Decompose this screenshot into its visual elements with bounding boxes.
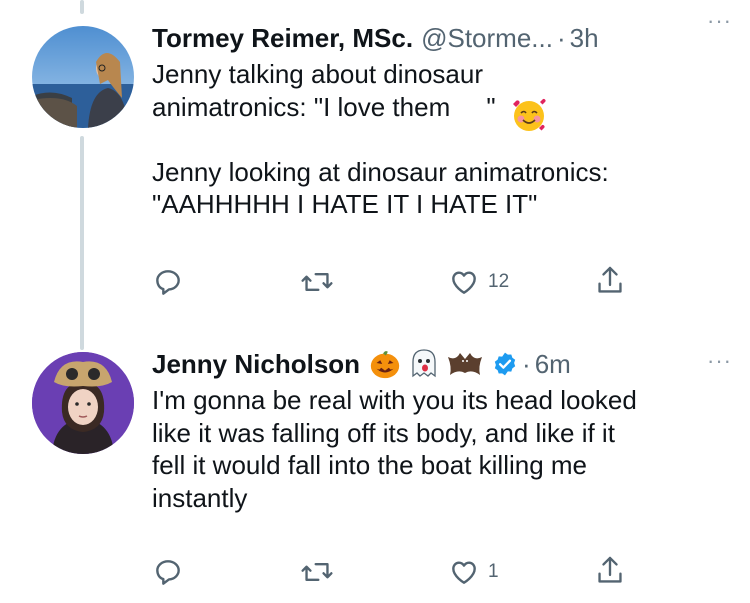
separator-dot: ·: [556, 22, 566, 53]
author-handle[interactable]: @Storme...: [421, 23, 553, 54]
tweet-header: Jenny Nicholson · 6m: [152, 346, 730, 382]
retweet-button[interactable]: [300, 266, 342, 298]
author-name[interactable]: Tormey Reimer, MSc.: [152, 23, 413, 54]
avatar-tormey[interactable]: [32, 26, 134, 128]
smiling-face-with-hearts-icon: [511, 98, 547, 139]
reply-button[interactable]: [152, 266, 192, 298]
like-count: 12: [488, 271, 510, 292]
heart-icon: [452, 271, 476, 294]
retweet-icon: [301, 272, 333, 292]
tweet-header: Tormey Reimer, MSc. @Storme... · 3h: [152, 20, 730, 56]
share-icon: [598, 266, 622, 293]
retweet-icon: [301, 562, 333, 582]
tweet-jenny[interactable]: Jenny Nicholson · 6m I'm gonna be real w…: [0, 340, 750, 603]
tweet-tormey[interactable]: Tormey Reimer, MSc. @Storme... · 3h Jenn…: [0, 0, 750, 340]
avatar-jenny[interactable]: [32, 352, 134, 454]
tweet-time[interactable]: 6m: [535, 349, 571, 380]
heart-icon: [452, 561, 476, 584]
verified-badge-icon: [494, 352, 516, 376]
more-options-icon[interactable]: ···: [707, 348, 732, 374]
tweet-text: I'm gonna be real with you its head look…: [152, 385, 637, 513]
ghost-icon: [412, 349, 436, 378]
reply-button[interactable]: [152, 556, 192, 588]
more-options-icon[interactable]: ···: [707, 8, 732, 34]
like-button[interactable]: 12: [448, 266, 509, 298]
jack-o-lantern-icon: [370, 351, 400, 379]
bat-icon: [448, 353, 483, 375]
tweet-time[interactable]: 3h: [570, 23, 599, 54]
share-icon: [598, 556, 622, 583]
like-count: 1: [488, 561, 499, 582]
reply-icon: [156, 560, 180, 585]
tweet-text: Jenny talking about dinosaur animatronic…: [152, 59, 609, 219]
author-name[interactable]: Jenny Nicholson: [152, 349, 360, 380]
retweet-button[interactable]: [300, 556, 342, 588]
like-button[interactable]: 1: [448, 556, 499, 588]
share-button[interactable]: [594, 554, 626, 588]
separator-dot: ·: [522, 348, 531, 379]
reply-icon: [156, 270, 180, 295]
share-button[interactable]: [594, 264, 626, 298]
